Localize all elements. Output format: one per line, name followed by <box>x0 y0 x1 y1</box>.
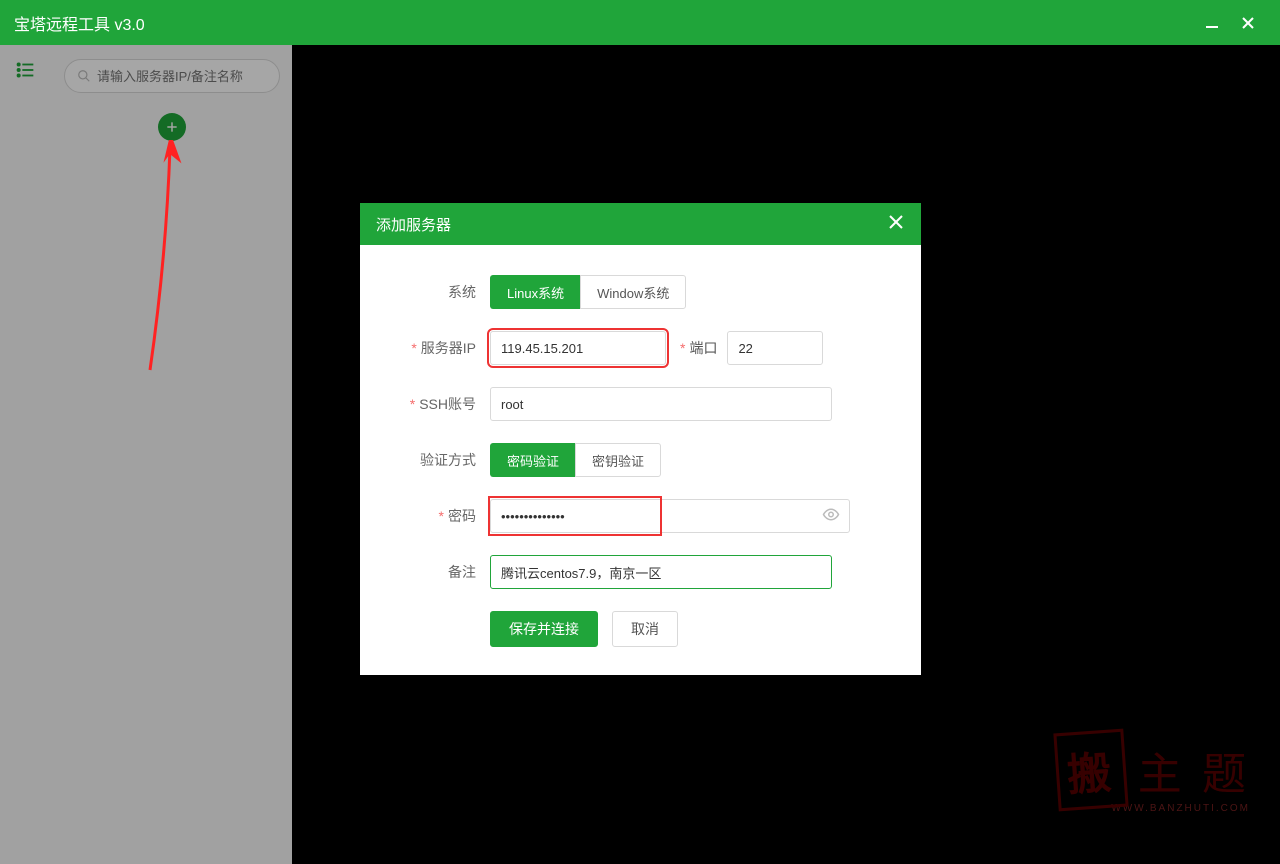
label-system: 系统 <box>400 282 490 302</box>
title-bar: 宝塔远程工具 v3.0 <box>0 0 1280 45</box>
add-server-modal: 添加服务器 系统 Linux系统 Window系统 *服务器IP *端口 <box>360 203 921 675</box>
remark-input[interactable] <box>490 555 832 589</box>
tab-linux[interactable]: Linux系统 <box>490 275 580 309</box>
plus-icon <box>165 120 179 134</box>
system-tabs: Linux系统 Window系统 <box>490 275 686 309</box>
eye-icon <box>822 506 840 524</box>
modal-body: 系统 Linux系统 Window系统 *服务器IP *端口 *SSH账号 <box>360 245 921 675</box>
add-server-button[interactable] <box>158 113 186 141</box>
app-title: 宝塔远程工具 v3.0 <box>14 11 1194 35</box>
server-ip-input[interactable] <box>490 331 666 365</box>
label-remark: 备注 <box>400 562 490 582</box>
server-search[interactable] <box>64 59 280 93</box>
label-server-ip: *服务器IP <box>400 338 490 358</box>
auth-tabs: 密码验证 密钥验证 <box>490 443 661 477</box>
ssh-account-input[interactable] <box>490 387 832 421</box>
save-connect-button[interactable]: 保存并连接 <box>490 611 598 647</box>
label-password: *密码 <box>400 506 490 526</box>
minimize-button[interactable] <box>1194 15 1230 31</box>
close-icon <box>887 213 905 231</box>
password-input[interactable] <box>490 499 850 533</box>
modal-header: 添加服务器 <box>360 203 921 245</box>
menu-list-icon[interactable] <box>15 68 37 85</box>
tab-windows[interactable]: Window系统 <box>580 275 686 309</box>
tab-auth-key[interactable]: 密钥验证 <box>575 443 661 477</box>
toggle-password-visibility[interactable] <box>822 506 840 527</box>
server-list-panel <box>52 45 292 864</box>
label-auth-method: 验证方式 <box>400 450 490 470</box>
port-input[interactable] <box>727 331 823 365</box>
modal-close-button[interactable] <box>887 213 905 235</box>
server-search-input[interactable] <box>97 69 273 84</box>
side-rail <box>0 45 52 864</box>
label-ssh-account: *SSH账号 <box>400 394 490 414</box>
cancel-button[interactable]: 取消 <box>612 611 678 647</box>
close-button[interactable] <box>1230 15 1266 31</box>
tab-auth-password[interactable]: 密码验证 <box>490 443 575 477</box>
search-icon <box>77 69 91 83</box>
label-port: *端口 <box>680 338 717 358</box>
modal-title: 添加服务器 <box>376 214 887 235</box>
